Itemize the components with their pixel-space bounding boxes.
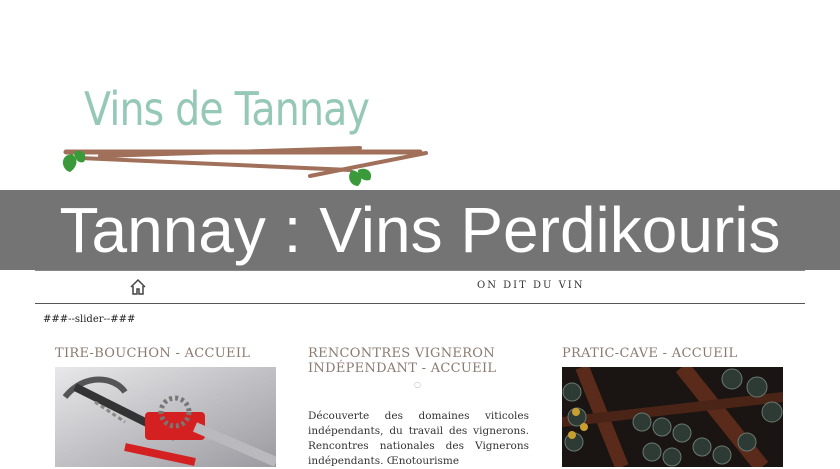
main-nav: ON DIT DU VIN (35, 270, 805, 304)
branch-decoration (62, 146, 428, 186)
site-logo[interactable]: Vins de Tannay (60, 78, 440, 190)
article-card-rencontres: RENCONTRES VIGNERON INDÉPENDANT - ACCUEI… (308, 346, 530, 467)
separator-dot: ○ (414, 380, 421, 389)
slider-placeholder: ###--slider--### (43, 314, 136, 325)
article-image-corkscrew[interactable] (55, 367, 276, 467)
site-header: Vins de Tannay (0, 0, 840, 190)
article-card-tire-bouchon: TIRE-BOUCHON - ACCUEIL (55, 346, 277, 467)
article-image-wine-cellar[interactable] (562, 367, 783, 467)
article-card-pratic-cave: PRATIC-CAVE - ACCUEIL (562, 346, 784, 467)
article-title-rencontres[interactable]: RENCONTRES VIGNERON INDÉPENDANT - ACCUEI… (308, 346, 496, 376)
page-title-banner: Tannay : Vins Perdikouris (0, 190, 840, 270)
article-title-tire-bouchon[interactable]: TIRE-BOUCHON - ACCUEIL (55, 346, 250, 361)
article-title-pratic-cave[interactable]: PRATIC-CAVE - ACCUEIL (562, 346, 737, 361)
page-title: Tannay : Vins Perdikouris (59, 194, 781, 266)
nav-link-on-dit-du-vin[interactable]: ON DIT DU VIN (477, 280, 585, 291)
home-icon[interactable] (129, 278, 147, 296)
